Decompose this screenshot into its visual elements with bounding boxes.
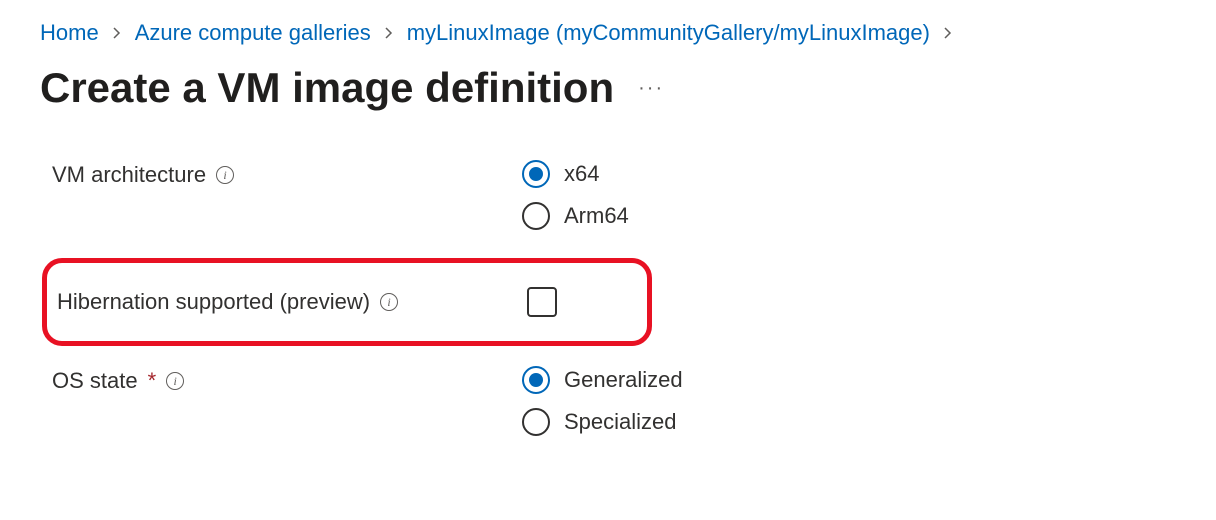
- info-icon[interactable]: i: [380, 293, 398, 311]
- radio-icon: [522, 366, 550, 394]
- page-header: Create a VM image definition ···: [40, 64, 1176, 112]
- radio-arm64[interactable]: Arm64: [522, 202, 629, 230]
- radio-specialized[interactable]: Specialized: [522, 408, 683, 436]
- field-os-state: OS state * i Generalized Specialized: [52, 366, 1176, 436]
- radio-generalized[interactable]: Generalized: [522, 366, 683, 394]
- info-icon[interactable]: i: [216, 166, 234, 184]
- breadcrumb: Home Azure compute galleries myLinuxImag…: [40, 20, 1176, 46]
- radio-icon: [522, 160, 550, 188]
- radio-icon: [522, 202, 550, 230]
- radio-label: Specialized: [564, 409, 677, 435]
- field-vm-architecture: VM architecture i x64 Arm64: [52, 160, 1176, 230]
- field-hibernation: Hibernation supported (preview) i: [57, 287, 637, 317]
- required-indicator: *: [148, 368, 157, 394]
- breadcrumb-galleries[interactable]: Azure compute galleries: [135, 20, 371, 46]
- more-actions-button[interactable]: ···: [638, 77, 664, 100]
- page-title: Create a VM image definition: [40, 64, 614, 112]
- breadcrumb-home[interactable]: Home: [40, 20, 99, 46]
- info-icon[interactable]: i: [166, 372, 184, 390]
- radio-label: Generalized: [564, 367, 683, 393]
- radio-icon: [522, 408, 550, 436]
- radio-x64[interactable]: x64: [522, 160, 629, 188]
- chevron-right-icon: [942, 23, 954, 44]
- label-hibernation: Hibernation supported (preview): [57, 289, 370, 315]
- radio-label: x64: [564, 161, 599, 187]
- checkbox-hibernation[interactable]: [527, 287, 557, 317]
- label-os-state: OS state: [52, 368, 138, 394]
- breadcrumb-image[interactable]: myLinuxImage (myCommunityGallery/myLinux…: [407, 20, 930, 46]
- radio-label: Arm64: [564, 203, 629, 229]
- form: VM architecture i x64 Arm64 Hibernation …: [40, 160, 1176, 436]
- chevron-right-icon: [111, 23, 123, 44]
- highlight-annotation: Hibernation supported (preview) i: [42, 258, 652, 346]
- chevron-right-icon: [383, 23, 395, 44]
- label-vm-architecture: VM architecture: [52, 162, 206, 188]
